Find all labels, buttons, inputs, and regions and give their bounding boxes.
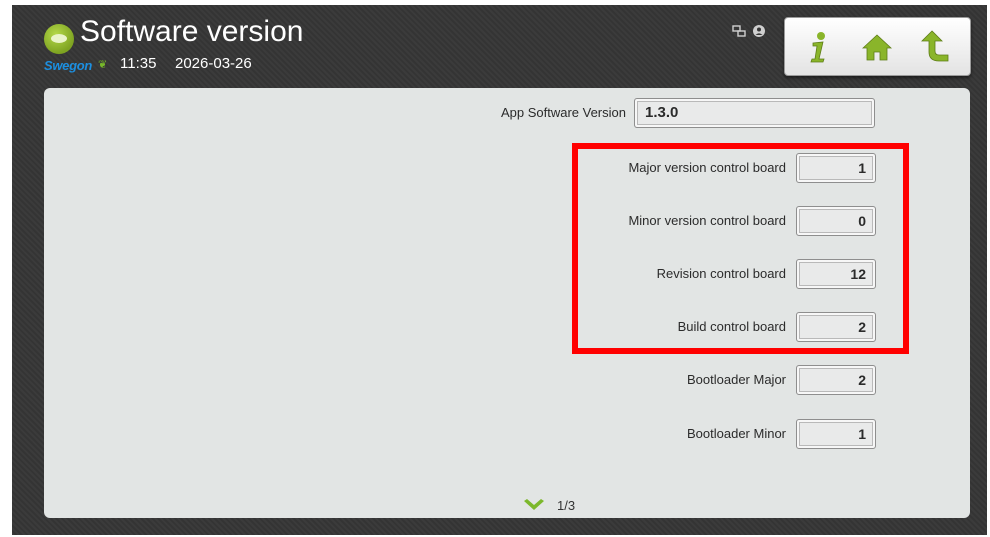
top-toolbar [784,17,971,76]
page-title: Software version [80,15,304,48]
info-button[interactable] [799,28,839,66]
clock-time: 11:35 [120,55,157,72]
chevron-down-icon [524,499,544,510]
page-indicator: 1/3 [557,498,576,513]
bootloader-major-label: Bootloader Major [687,372,786,387]
app-software-version-label: App Software Version [500,105,626,120]
user-icon [753,25,765,37]
highlight-box [572,143,909,354]
back-icon [921,30,949,62]
app-software-version-field[interactable]: 1.3.0 [634,98,875,128]
bootloader-minor-field[interactable]: 1 [796,419,876,449]
bootloader-major-field[interactable]: 2 [796,365,876,395]
brand-logo: Swegon [44,58,93,73]
brand-leaf-icon: ❦ [98,59,108,71]
page-down-button[interactable] [522,498,546,519]
home-button[interactable] [857,28,897,66]
back-button[interactable] [915,28,955,66]
clock-date: 2026-03-26 [175,55,252,72]
home-icon [861,34,893,61]
bootloader-minor-label: Bootloader Minor [687,426,786,441]
status-icons [732,24,772,38]
network-icon [732,25,746,37]
info-icon [810,32,825,63]
app-logo-icon [44,24,74,54]
